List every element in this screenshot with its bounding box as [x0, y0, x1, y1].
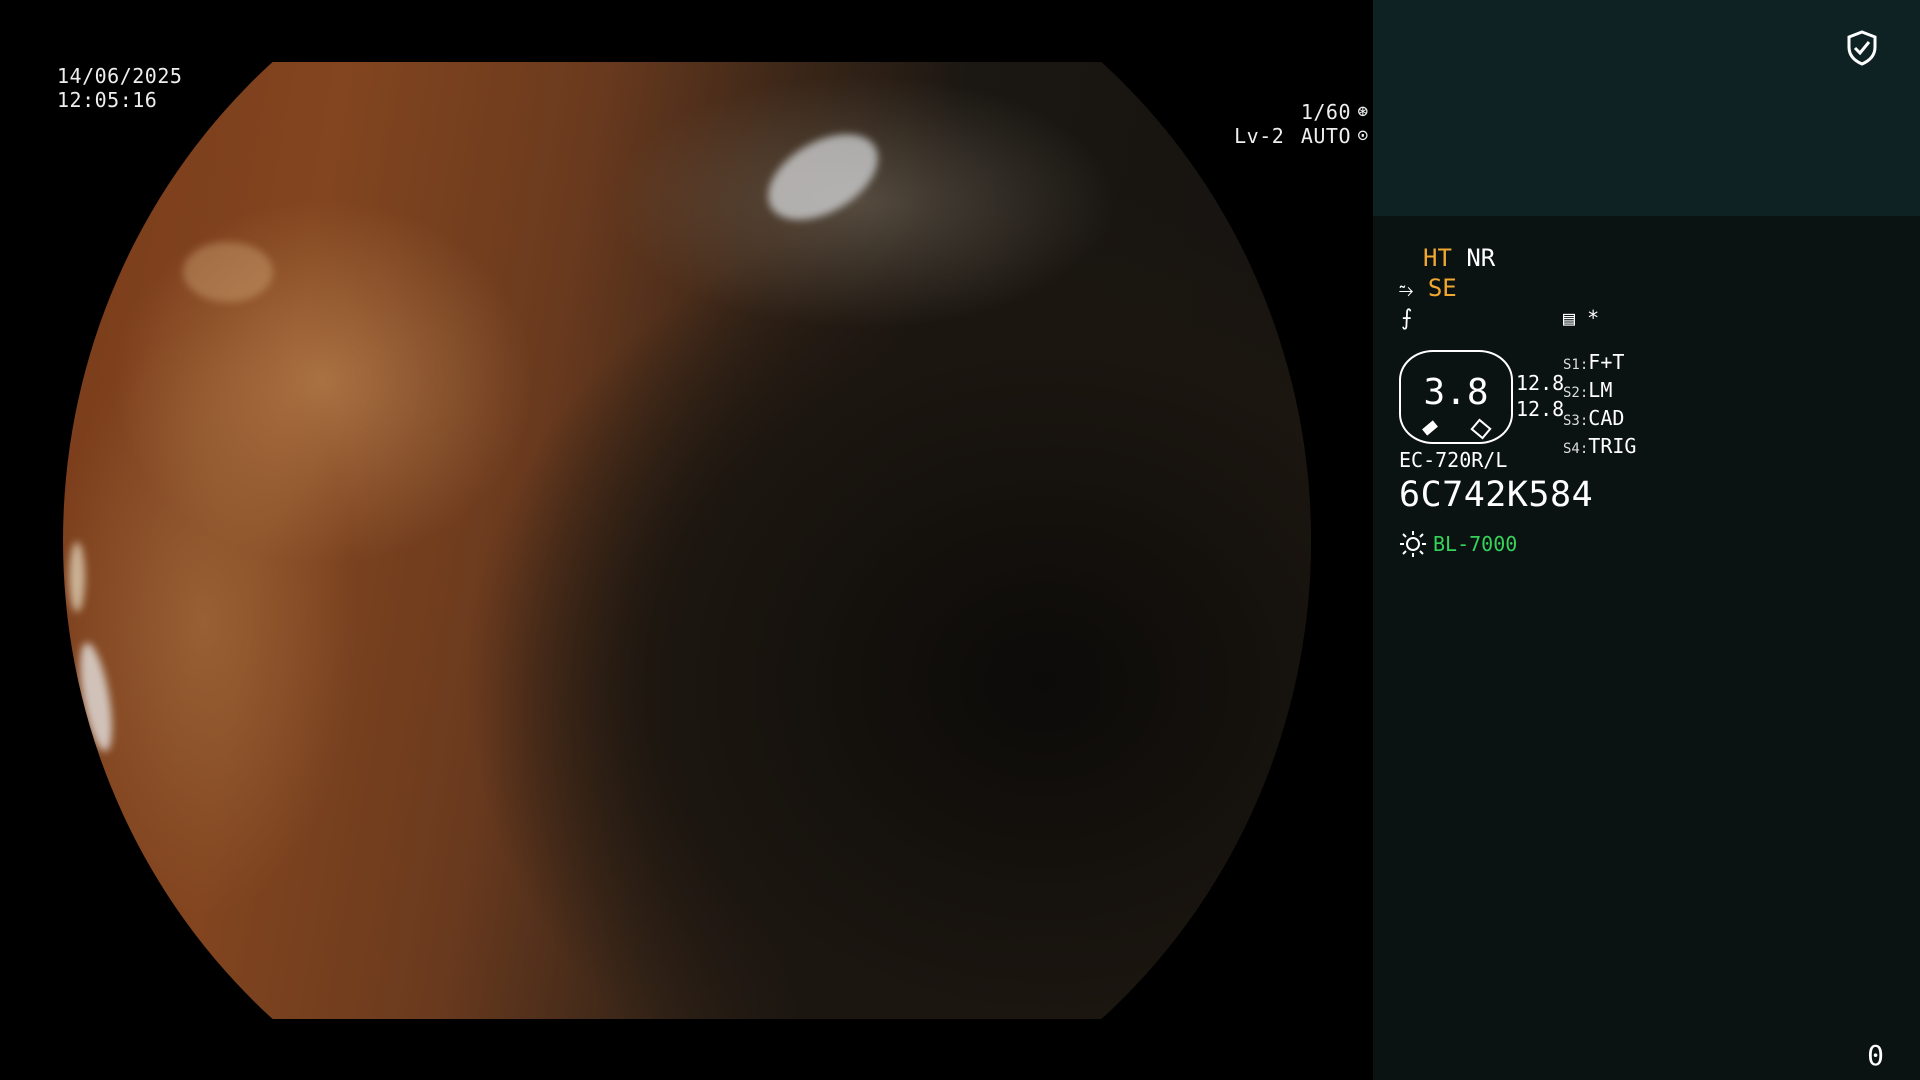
endoscope-image: [63, 62, 1311, 1019]
endoscope-view: 14/06/2025 12:05:16 1/60 ⊛ Lv-2 AUTO ⊙: [0, 0, 1373, 1080]
shutter-value: 1/60: [1300, 100, 1351, 124]
iris-icon: ⊙: [1357, 125, 1369, 146]
sun-icon: [1400, 531, 1426, 557]
scope-value: 3.8: [1423, 372, 1489, 413]
se-indicator: SE: [1427, 274, 1457, 302]
menu-icon: ▤: [1563, 306, 1576, 330]
scope-badge: 3.8: [1399, 350, 1513, 444]
scope-model: EC-720R/L: [1399, 448, 1508, 472]
switch-slots: S1:F+T S2:LM S3:CAD S4:TRIG: [1563, 350, 1636, 462]
scope-stats: 12.8 12.8: [1516, 370, 1564, 422]
stat-bottom: 12.8: [1516, 397, 1565, 421]
diamond-marker-icon: [1422, 420, 1438, 436]
panel-header: [1373, 0, 1920, 216]
square-marker-icon: [1470, 418, 1492, 440]
slot-item: S1:F+T: [1563, 350, 1625, 374]
frame-counter: 0: [1867, 1039, 1884, 1072]
slot-item: S3:CAD: [1563, 406, 1625, 430]
mode-value: AUTO: [1300, 124, 1351, 148]
stat-top: 12.8: [1516, 371, 1565, 395]
info-panel: HT NR ⥲ SE ⨍ ▤ * 3.8 12.8 12.8 S1:F+T S2…: [1373, 0, 1920, 1080]
light-source: BL-7000: [1399, 530, 1517, 558]
scope-serial: 6C742K584: [1399, 475, 1594, 515]
ht-indicator: HT: [1423, 244, 1452, 272]
light-source-label: BL-7000: [1433, 532, 1518, 556]
level-value: Lv-2: [1234, 124, 1285, 148]
aperture-icon: ⊛: [1357, 101, 1369, 122]
date-label: 14/06/2025: [57, 64, 183, 88]
star-indicator: *: [1587, 306, 1600, 330]
slot-item: S2:LM: [1563, 378, 1613, 402]
camera-settings: 1/60 ⊛ Lv-2 AUTO ⊙: [53, 100, 1373, 148]
wave-icon: ⥲: [1399, 280, 1414, 301]
nr-indicator: NR: [1466, 244, 1496, 272]
slot-item: S4:TRIG: [1563, 434, 1637, 458]
shield-check-icon[interactable]: [1845, 30, 1879, 66]
curve-icon: ⨍: [1401, 306, 1413, 331]
